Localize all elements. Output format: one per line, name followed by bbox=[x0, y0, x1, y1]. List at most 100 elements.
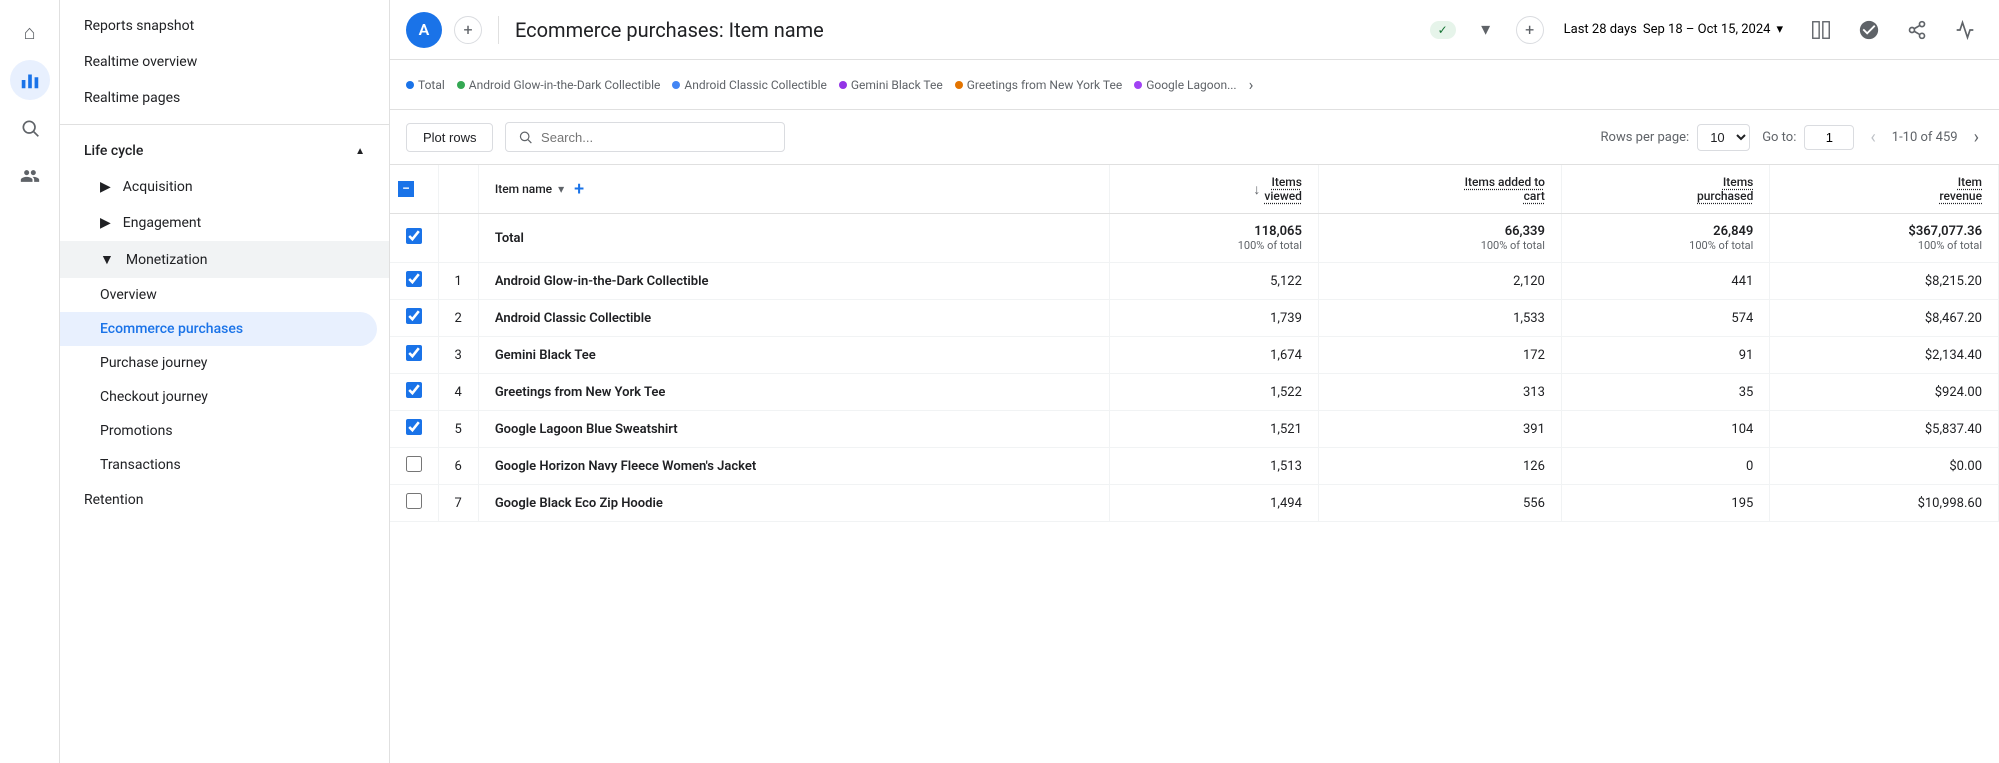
row2-purchased: 574 bbox=[1561, 300, 1769, 337]
sidebar-item-monetization[interactable]: ▼ Monetization bbox=[60, 241, 389, 278]
lifecycle-section-header[interactable]: Life cycle ▲ bbox=[60, 133, 389, 169]
item-name-dropdown-icon[interactable]: ▾ bbox=[558, 182, 564, 196]
th-item-revenue: Itemrevenue bbox=[1770, 165, 1999, 214]
data-table: − Item name ▾ + ↓ Itemsviewed bbox=[390, 165, 1999, 522]
table-row: 6 Google Horizon Navy Fleece Women's Jac… bbox=[390, 448, 1999, 485]
row2-viewed: 1,739 bbox=[1110, 300, 1318, 337]
row3-num: 3 bbox=[438, 337, 478, 374]
row4-purchased: 35 bbox=[1561, 374, 1769, 411]
lifecycle-collapse-icon: ▲ bbox=[355, 146, 365, 157]
row6-purchased: 0 bbox=[1561, 448, 1769, 485]
row2-cart: 1,533 bbox=[1318, 300, 1561, 337]
compare-icon-btn[interactable] bbox=[1803, 12, 1839, 48]
sidebar-item-checkout-journey[interactable]: Checkout journey bbox=[60, 380, 389, 414]
row3-checkbox[interactable] bbox=[406, 345, 422, 361]
sidebar-item-purchase-journey[interactable]: Purchase journey bbox=[60, 346, 389, 380]
insights-icon-btn[interactable] bbox=[1947, 12, 1983, 48]
sidebar-item-engagement[interactable]: ▶ Engagement bbox=[60, 205, 389, 241]
rows-per-page-section: Rows per page: 10 25 50 bbox=[1601, 124, 1751, 151]
search-icon-btn[interactable] bbox=[10, 108, 50, 148]
sidebar-item-transactions[interactable]: Transactions bbox=[60, 448, 389, 482]
prev-page-button[interactable]: ‹ bbox=[1866, 123, 1879, 152]
icon-sidebar: ⌂ bbox=[0, 0, 60, 763]
row1-checkbox[interactable] bbox=[406, 271, 422, 287]
row2-checkbox[interactable] bbox=[406, 308, 422, 324]
legend-label-greetings: Greetings from New York Tee bbox=[967, 78, 1122, 92]
sidebar-item-realtime-pages[interactable]: Realtime pages bbox=[60, 80, 389, 116]
sidebar-item-realtime-overview[interactable]: Realtime overview bbox=[60, 44, 389, 80]
add-report-button[interactable]: + bbox=[454, 16, 482, 44]
legend-google-lagoon[interactable]: Google Lagoon... bbox=[1134, 78, 1236, 92]
row4-checkbox[interactable] bbox=[406, 382, 422, 398]
sort-down-icon[interactable]: ↓ bbox=[1253, 181, 1260, 198]
audience-icon-btn[interactable] bbox=[10, 156, 50, 196]
row1-revenue: $8,215.20 bbox=[1770, 263, 1999, 300]
row5-checkbox[interactable] bbox=[406, 419, 422, 435]
chevron-right-icon: › bbox=[1249, 75, 1254, 94]
nav-sidebar: Reports snapshot Realtime overview Realt… bbox=[60, 0, 390, 763]
total-purchased-cell: 26,849 100% of total bbox=[1561, 214, 1769, 263]
search-box[interactable] bbox=[505, 122, 785, 152]
legend-more-btn[interactable]: › bbox=[1249, 75, 1254, 94]
legend-label-google-lagoon: Google Lagoon... bbox=[1146, 78, 1236, 92]
row2-num: 2 bbox=[438, 300, 478, 337]
total-viewed-cell: 118,065 100% of total bbox=[1110, 214, 1318, 263]
analytics-icon-btn[interactable] bbox=[10, 60, 50, 100]
legend-label-total: Total bbox=[418, 78, 445, 92]
legend-android-glow[interactable]: Android Glow-in-the-Dark Collectible bbox=[457, 78, 661, 92]
total-num-cell bbox=[438, 214, 478, 263]
sidebar-item-overview[interactable]: Overview bbox=[60, 278, 389, 312]
account-icon-btn[interactable] bbox=[1851, 12, 1887, 48]
sidebar-item-retention[interactable]: Retention bbox=[60, 482, 389, 518]
row1-viewed: 5,122 bbox=[1110, 263, 1318, 300]
legend-dot-android-classic bbox=[672, 81, 680, 89]
row5-num: 5 bbox=[438, 411, 478, 448]
total-checkbox[interactable] bbox=[406, 228, 422, 244]
row3-name: Gemini Black Tee bbox=[478, 337, 1110, 374]
th-item-name: Item name ▾ + bbox=[478, 165, 1110, 214]
row7-num: 7 bbox=[438, 485, 478, 522]
home-icon-btn[interactable]: ⌂ bbox=[10, 12, 50, 52]
plot-rows-button[interactable]: Plot rows bbox=[406, 123, 493, 152]
sidebar-item-acquisition[interactable]: ▶ Acquisition bbox=[60, 169, 389, 205]
items-cart-col-label: Items added tocart bbox=[1465, 175, 1545, 203]
share-icon-btn[interactable] bbox=[1899, 12, 1935, 48]
dropdown-btn[interactable]: ▾ bbox=[1468, 12, 1504, 48]
row5-purchased: 104 bbox=[1561, 411, 1769, 448]
header: A + Ecommerce purchases: Item name ✓ ▾ +… bbox=[390, 0, 1999, 60]
item-revenue-col-label: Itemrevenue bbox=[1939, 175, 1982, 203]
row4-revenue: $924.00 bbox=[1770, 374, 1999, 411]
date-range-selector[interactable]: Last 28 days Sep 18 – Oct 15, 2024 ▾ bbox=[1556, 16, 1791, 43]
th-items-cart: Items added tocart bbox=[1318, 165, 1561, 214]
goto-input[interactable] bbox=[1804, 125, 1854, 150]
row7-checkbox[interactable] bbox=[406, 493, 422, 509]
page-info: 1-10 of 459 bbox=[1892, 130, 1958, 145]
row6-checkbox[interactable] bbox=[406, 456, 422, 472]
deselect-all-button[interactable]: − bbox=[398, 181, 414, 197]
legend-total[interactable]: Total bbox=[406, 78, 445, 92]
th-items-purchased: Itemspurchased bbox=[1561, 165, 1769, 214]
search-input[interactable] bbox=[541, 130, 772, 145]
table-container: Plot rows Rows per page: 10 25 50 Go to:… bbox=[390, 110, 1999, 763]
legend-greetings[interactable]: Greetings from New York Tee bbox=[955, 78, 1122, 92]
rows-per-page-label: Rows per page: bbox=[1601, 130, 1690, 145]
add-metric-button[interactable]: + bbox=[1516, 16, 1544, 44]
th-items-viewed: ↓ Itemsviewed bbox=[1110, 165, 1318, 214]
items-viewed-col-label: Itemsviewed bbox=[1264, 175, 1302, 203]
total-label-cell: Total bbox=[478, 214, 1110, 263]
add-column-button[interactable]: + bbox=[574, 179, 584, 200]
legend-android-classic[interactable]: Android Classic Collectible bbox=[672, 78, 827, 92]
sidebar-item-promotions[interactable]: Promotions bbox=[60, 414, 389, 448]
main-content: A + Ecommerce purchases: Item name ✓ ▾ +… bbox=[390, 0, 1999, 763]
date-dropdown-icon: ▾ bbox=[1776, 22, 1783, 37]
sidebar-item-reports-snapshot[interactable]: Reports snapshot bbox=[60, 8, 389, 44]
row7-revenue: $10,998.60 bbox=[1770, 485, 1999, 522]
table-row: 7 Google Black Eco Zip Hoodie 1,494 556 … bbox=[390, 485, 1999, 522]
next-page-button[interactable]: › bbox=[1970, 123, 1983, 152]
table-row: 4 Greetings from New York Tee 1,522 313 … bbox=[390, 374, 1999, 411]
legend-gemini[interactable]: Gemini Black Tee bbox=[839, 78, 943, 92]
legend-label-gemini: Gemini Black Tee bbox=[851, 78, 943, 92]
rows-per-page-select[interactable]: 10 25 50 bbox=[1697, 124, 1750, 151]
table-row: 1 Android Glow-in-the-Dark Collectible 5… bbox=[390, 263, 1999, 300]
sidebar-item-ecommerce-purchases[interactable]: Ecommerce purchases bbox=[60, 312, 377, 346]
